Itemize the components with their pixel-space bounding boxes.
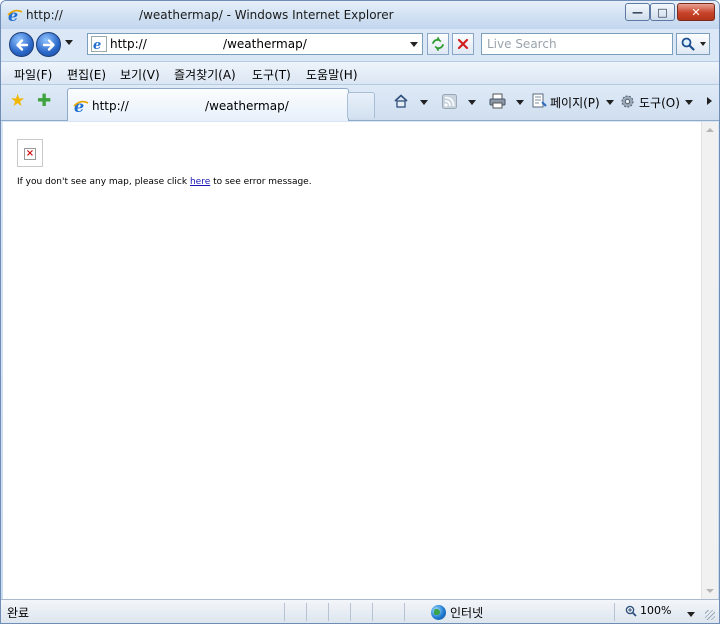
resize-grip[interactable] [705,610,715,620]
menu-tools[interactable]: 도구(T) [252,66,291,83]
menu-help[interactable]: 도움말(H) [306,66,358,83]
status-divider [404,603,405,621]
tab-title: http:// /weathermap/ [92,99,289,113]
title-bar: e http:// /weathermap/ - Windows Interne… [1,1,719,29]
page-icon [530,92,548,110]
search-input[interactable]: Live Search [481,33,673,55]
status-text: 완료 [7,606,30,620]
add-favorites-icon[interactable]: ✚ [37,93,51,110]
close-icon: ✕ [691,5,701,19]
forward-button[interactable] [36,32,61,57]
broken-image-icon: × [17,139,43,167]
menu-edit[interactable]: 편집(E) [67,66,106,83]
address-dropdown-icon[interactable] [410,42,418,47]
zoom-icon [625,605,637,617]
tab-weathermap[interactable]: e http:// /weathermap/ [67,88,349,121]
menu-file[interactable]: 파일(F) [14,66,52,83]
zoom-level: 100% [640,604,672,617]
status-divider [350,603,351,621]
home-icon [394,94,408,108]
zone-label: 인터넷 [450,606,484,620]
message-text-after: to see error message. [210,177,312,187]
scroll-up-icon[interactable] [706,128,714,132]
tab-ie-icon: e [73,98,89,114]
browser-window: e http:// /weathermap/ - Windows Interne… [0,0,720,624]
address-field[interactable]: http:// /weathermap/ [110,37,307,51]
favorites-star-icon[interactable]: ★ [10,93,25,110]
feeds-dropdown-icon[interactable] [468,100,476,105]
stop-button[interactable] [452,33,474,55]
page-favicon-icon: e [91,36,107,52]
page-menu[interactable]: 페이지(P) [550,94,600,111]
svg-text:e: e [8,7,18,23]
tab-command-bar: ★ ✚ e http:// /weathermap/ 페이지(P) 도구(O) [1,85,719,121]
globe-icon [431,605,446,620]
minimize-icon: — [632,5,643,19]
back-button[interactable] [9,32,34,57]
gear-icon [618,92,636,110]
status-divider [306,603,307,621]
tools-menu[interactable]: 도구(O) [639,94,680,111]
svg-text:e: e [93,38,101,52]
back-arrow-icon [15,38,28,51]
status-divider [328,603,329,621]
status-divider [372,603,373,621]
print-icon [489,93,505,109]
print-button[interactable] [488,92,506,110]
navigation-bar: e http:// /weathermap/ Live Search [1,29,719,61]
print-dropdown-icon[interactable] [516,100,524,105]
tools-dropdown-icon[interactable] [685,100,693,105]
refresh-button[interactable] [427,33,449,55]
vertical-scrollbar[interactable] [701,122,718,599]
status-divider [284,603,285,621]
feeds-button[interactable] [440,92,458,110]
menu-favorites[interactable]: 즐겨찾기(A) [174,66,236,83]
status-divider [614,603,615,621]
window-title: http:// /weathermap/ - Windows Internet … [26,8,394,22]
menu-bar: 파일(F) 편집(E) 보기(V) 즐겨찾기(A) 도구(T) 도움말(H) [1,61,719,85]
close-button[interactable]: ✕ [677,3,715,21]
here-link[interactable]: here [190,177,210,187]
search-button[interactable] [676,33,710,55]
search-options-icon[interactable] [700,42,706,46]
security-zone[interactable]: 인터넷 [431,604,483,621]
page-dropdown-icon[interactable] [606,100,614,105]
recent-pages-dropdown[interactable] [65,40,73,45]
menu-view[interactable]: 보기(V) [120,66,160,83]
stop-icon [457,38,469,50]
minimize-button[interactable]: — [625,3,650,21]
zoom-dropdown-icon[interactable] [687,612,695,617]
address-bar[interactable]: e http:// /weathermap/ [87,33,423,55]
page-content: × If you don't see any map, please click… [3,122,701,599]
scroll-down-icon[interactable] [706,589,714,593]
new-tab-button[interactable] [347,92,375,118]
ie-icon: e [7,7,23,23]
chevron-right-icon[interactable] [707,97,712,105]
svg-text:e: e [74,98,84,114]
zoom-control[interactable]: 100% [625,604,671,617]
forward-arrow-icon [42,38,55,51]
broken-image-x-icon: × [24,148,36,160]
error-message: If you don't see any map, please click h… [17,177,312,187]
home-dropdown-icon[interactable] [420,100,428,105]
maximize-button[interactable]: □ [650,3,675,21]
status-bar: 완료 인터넷 100% [1,599,719,623]
feeds-icon [441,93,457,109]
home-button[interactable] [392,92,410,110]
maximize-icon: □ [657,5,668,19]
refresh-icon [432,37,444,51]
search-icon [681,37,695,51]
message-text-before: If you don't see any map, please click [17,177,190,187]
